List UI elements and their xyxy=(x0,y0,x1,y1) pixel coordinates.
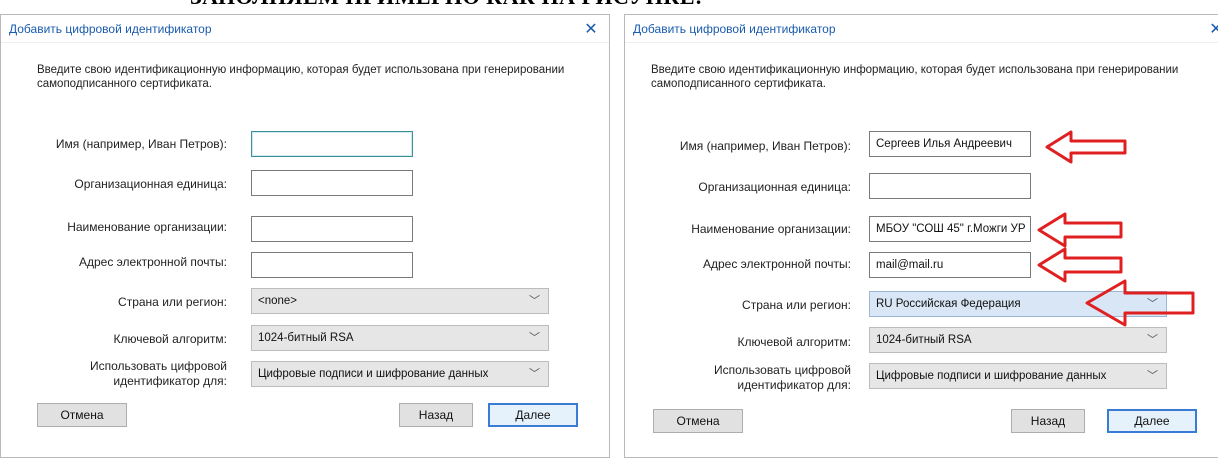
close-icon[interactable]: ✕ xyxy=(1198,15,1218,43)
org-unit-input[interactable] xyxy=(869,173,1031,199)
usage-value: Цифровые подписи и шифрование данных xyxy=(258,368,489,380)
country-label: Страна или регион: xyxy=(118,295,227,309)
next-button[interactable]: Далее xyxy=(488,403,578,427)
email-label: Адрес электронной почты: xyxy=(78,255,227,269)
name-input[interactable] xyxy=(251,131,413,157)
usage-label-line2: идентификатор для: xyxy=(737,378,851,392)
usage-label: Использовать цифровой идентификатор для: xyxy=(1,359,227,389)
chevron-down-icon: ﹀ xyxy=(1147,334,1158,346)
email-input[interactable] xyxy=(251,252,413,278)
org-name-input[interactable]: МБОУ "СОШ 45" г.Можги УР xyxy=(869,216,1031,242)
algorithm-select[interactable]: 1024-битный RSA ﹀ xyxy=(869,327,1167,353)
usage-value: Цифровые подписи и шифрование данных xyxy=(876,370,1107,382)
next-button[interactable]: Далее xyxy=(1107,409,1197,433)
algorithm-value: 1024-битный RSA xyxy=(876,334,972,346)
org-unit-label: Организационная единица: xyxy=(698,180,851,194)
cancel-button[interactable]: Отмена xyxy=(37,403,127,427)
back-button[interactable]: Назад xyxy=(1011,409,1085,433)
usage-label-line2: идентификатор для: xyxy=(113,374,227,388)
country-select[interactable]: <none> ﹀ xyxy=(251,288,549,314)
red-arrow-icon xyxy=(1037,212,1123,248)
country-label: Страна или регион: xyxy=(742,298,851,312)
dialog-title: Добавить цифровой идентификатор xyxy=(9,21,212,36)
email-input[interactable]: mail@mail.ru xyxy=(869,252,1031,278)
name-label: Имя (например, Иван Петров): xyxy=(55,137,227,151)
usage-label: Использовать цифровой идентификатор для: xyxy=(625,363,851,393)
org-name-input[interactable] xyxy=(251,216,413,242)
red-arrow-icon xyxy=(1085,279,1195,327)
name-label: Имя (например, Иван Петров): xyxy=(679,139,851,153)
country-value: RU Российская Федерация xyxy=(876,298,1021,310)
description: Введите свою идентификационную информаци… xyxy=(37,64,565,90)
country-value: <none> xyxy=(258,295,298,307)
algorithm-value: 1024-битный RSA xyxy=(258,332,354,344)
org-name-label: Наименование организации: xyxy=(691,222,851,236)
titlebar: Добавить цифровой идентификатор ✕ xyxy=(1,15,609,43)
chevron-down-icon: ﹀ xyxy=(529,332,540,344)
usage-label-line1: Использовать цифровой xyxy=(90,359,227,373)
dialog-title: Добавить цифровой идентификатор xyxy=(633,21,836,36)
chevron-down-icon: ﹀ xyxy=(529,368,540,380)
red-arrow-icon xyxy=(1045,130,1127,164)
usage-label-line1: Использовать цифровой xyxy=(714,363,851,377)
dialog-empty-form: Добавить цифровой идентификатор ✕ Введит… xyxy=(0,14,610,458)
back-button[interactable]: Назад xyxy=(399,403,473,427)
algorithm-select[interactable]: 1024-битный RSA ﹀ xyxy=(251,325,549,351)
email-label: Адрес электронной почты: xyxy=(702,257,851,271)
close-icon[interactable]: ✕ xyxy=(573,15,609,43)
page-heading: ЗАПОЛНЯЕМ ПРИМЕРНО КАК НА РИСУНКЕ: xyxy=(190,0,703,10)
algorithm-label: Ключевой алгоритм: xyxy=(737,335,851,349)
org-unit-label: Организационная единица: xyxy=(74,177,227,191)
org-unit-input[interactable] xyxy=(251,170,413,196)
chevron-down-icon: ﹀ xyxy=(1147,370,1158,382)
description: Введите свою идентификационную информаци… xyxy=(651,64,1179,90)
org-name-label: Наименование организации: xyxy=(67,220,227,234)
chevron-down-icon: ﹀ xyxy=(529,295,540,307)
cancel-button[interactable]: Отмена xyxy=(653,409,743,433)
usage-select[interactable]: Цифровые подписи и шифрование данных ﹀ xyxy=(869,363,1167,389)
titlebar: Добавить цифровой идентификатор ✕ xyxy=(625,15,1218,43)
usage-select[interactable]: Цифровые подписи и шифрование данных ﹀ xyxy=(251,361,549,387)
algorithm-label: Ключевой алгоритм: xyxy=(113,332,227,346)
name-input[interactable]: Сергеев Илья Андреевич xyxy=(869,131,1031,157)
dialog-filled-form: Добавить цифровой идентификатор ✕ Введит… xyxy=(624,14,1218,458)
